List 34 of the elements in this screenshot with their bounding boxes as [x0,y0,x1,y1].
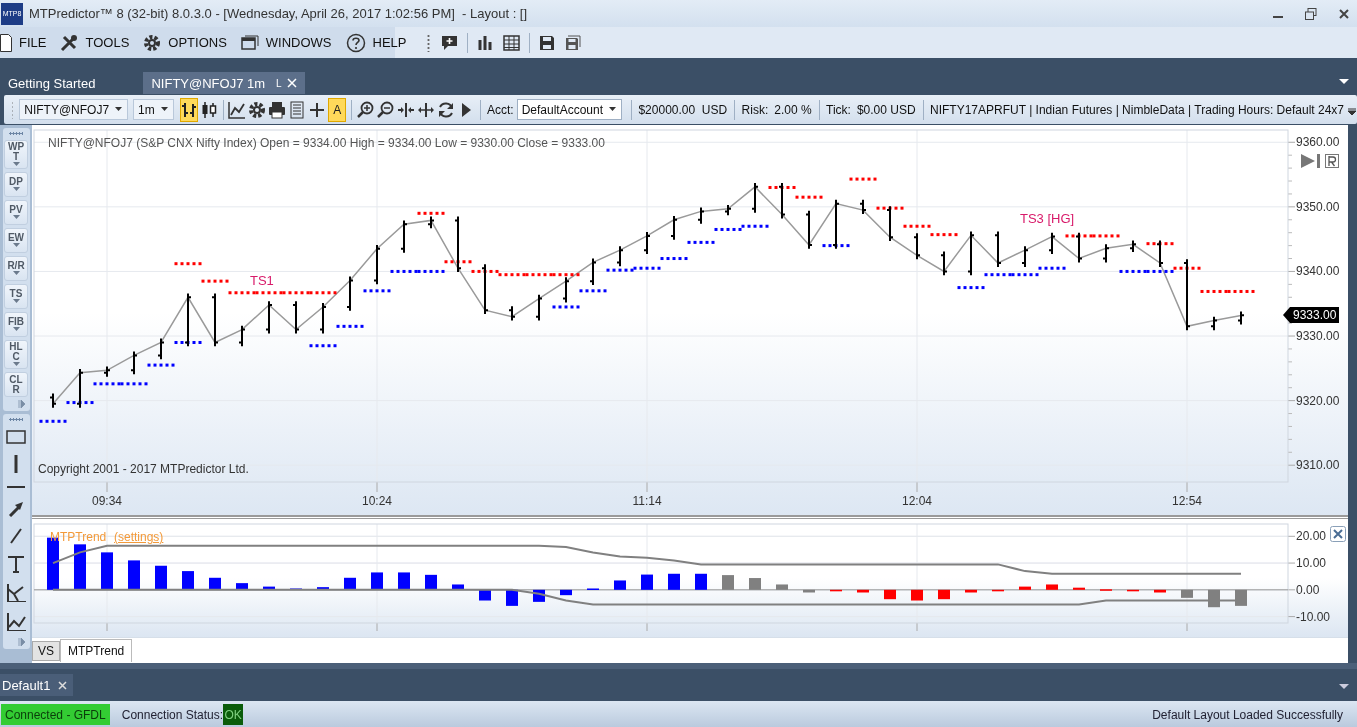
axis-label: 0.00 [1296,582,1320,597]
axis-label: 12:04 [902,494,932,508]
indicator-name: MTPTrend [50,530,107,544]
tick-label: Tick: [826,102,851,117]
axis-label: 9310.00 [1296,458,1340,473]
window-title: MTPredictor™ 8 (32-bit) 8.0.3.0 - [Wednesday, April 26, 2017 1:02:56 PM] - Layout : [] [29,6,529,21]
axis-label: 9360.00 [1296,135,1340,150]
pin-text: L [275,77,282,89]
status-message: Default Layout Loaded Successfully [1152,707,1343,722]
copyright-text: Copyright 2001 - 2017 MTPredictor Ltd. [38,462,249,476]
axis-label: 9350.00 [1296,199,1340,214]
account-balance: $20000.00 USD [638,102,728,117]
tick-value: $0.00 USD [856,102,916,117]
axis-label: 9320.00 [1296,393,1340,408]
risk-value: 2.00 % [774,102,812,117]
axis-label: 10:24 [362,494,392,508]
last-price-badge: 9333.00 [1290,307,1340,324]
status-label: Connection Status: [121,707,224,722]
swing-label: TS3 [HG] [1020,211,1075,226]
chart-header: NIFTY@NFOJ7 (S&P CNX Nifty Index) Open = 9334.00 High = 9334.00 Low = 9330.00 Close = 9333.00 [48,136,605,150]
account-label: Acct: [486,102,514,117]
axis-label: 20.00 [1296,529,1327,544]
swing-label: TS1 [250,273,274,288]
axis-label: -10.00 [1296,609,1331,624]
axis-label: 11:14 [632,494,662,508]
status-indicator: OK [223,704,244,725]
axis-label: 09:34 [92,494,122,508]
axis-label: 10.00 [1296,556,1327,571]
instrument-info: NIFTY17APRFUT | Indian Futures | NimbleData | Trading Hours: Default 24x7 [930,102,1344,117]
risk-label: Risk: [741,102,769,117]
axis-label: 9340.00 [1296,264,1340,279]
axis-label: 9330.00 [1296,329,1340,344]
axis-label: 12:54 [1172,494,1202,508]
connection-status: Connected - GFDL [1,704,110,725]
